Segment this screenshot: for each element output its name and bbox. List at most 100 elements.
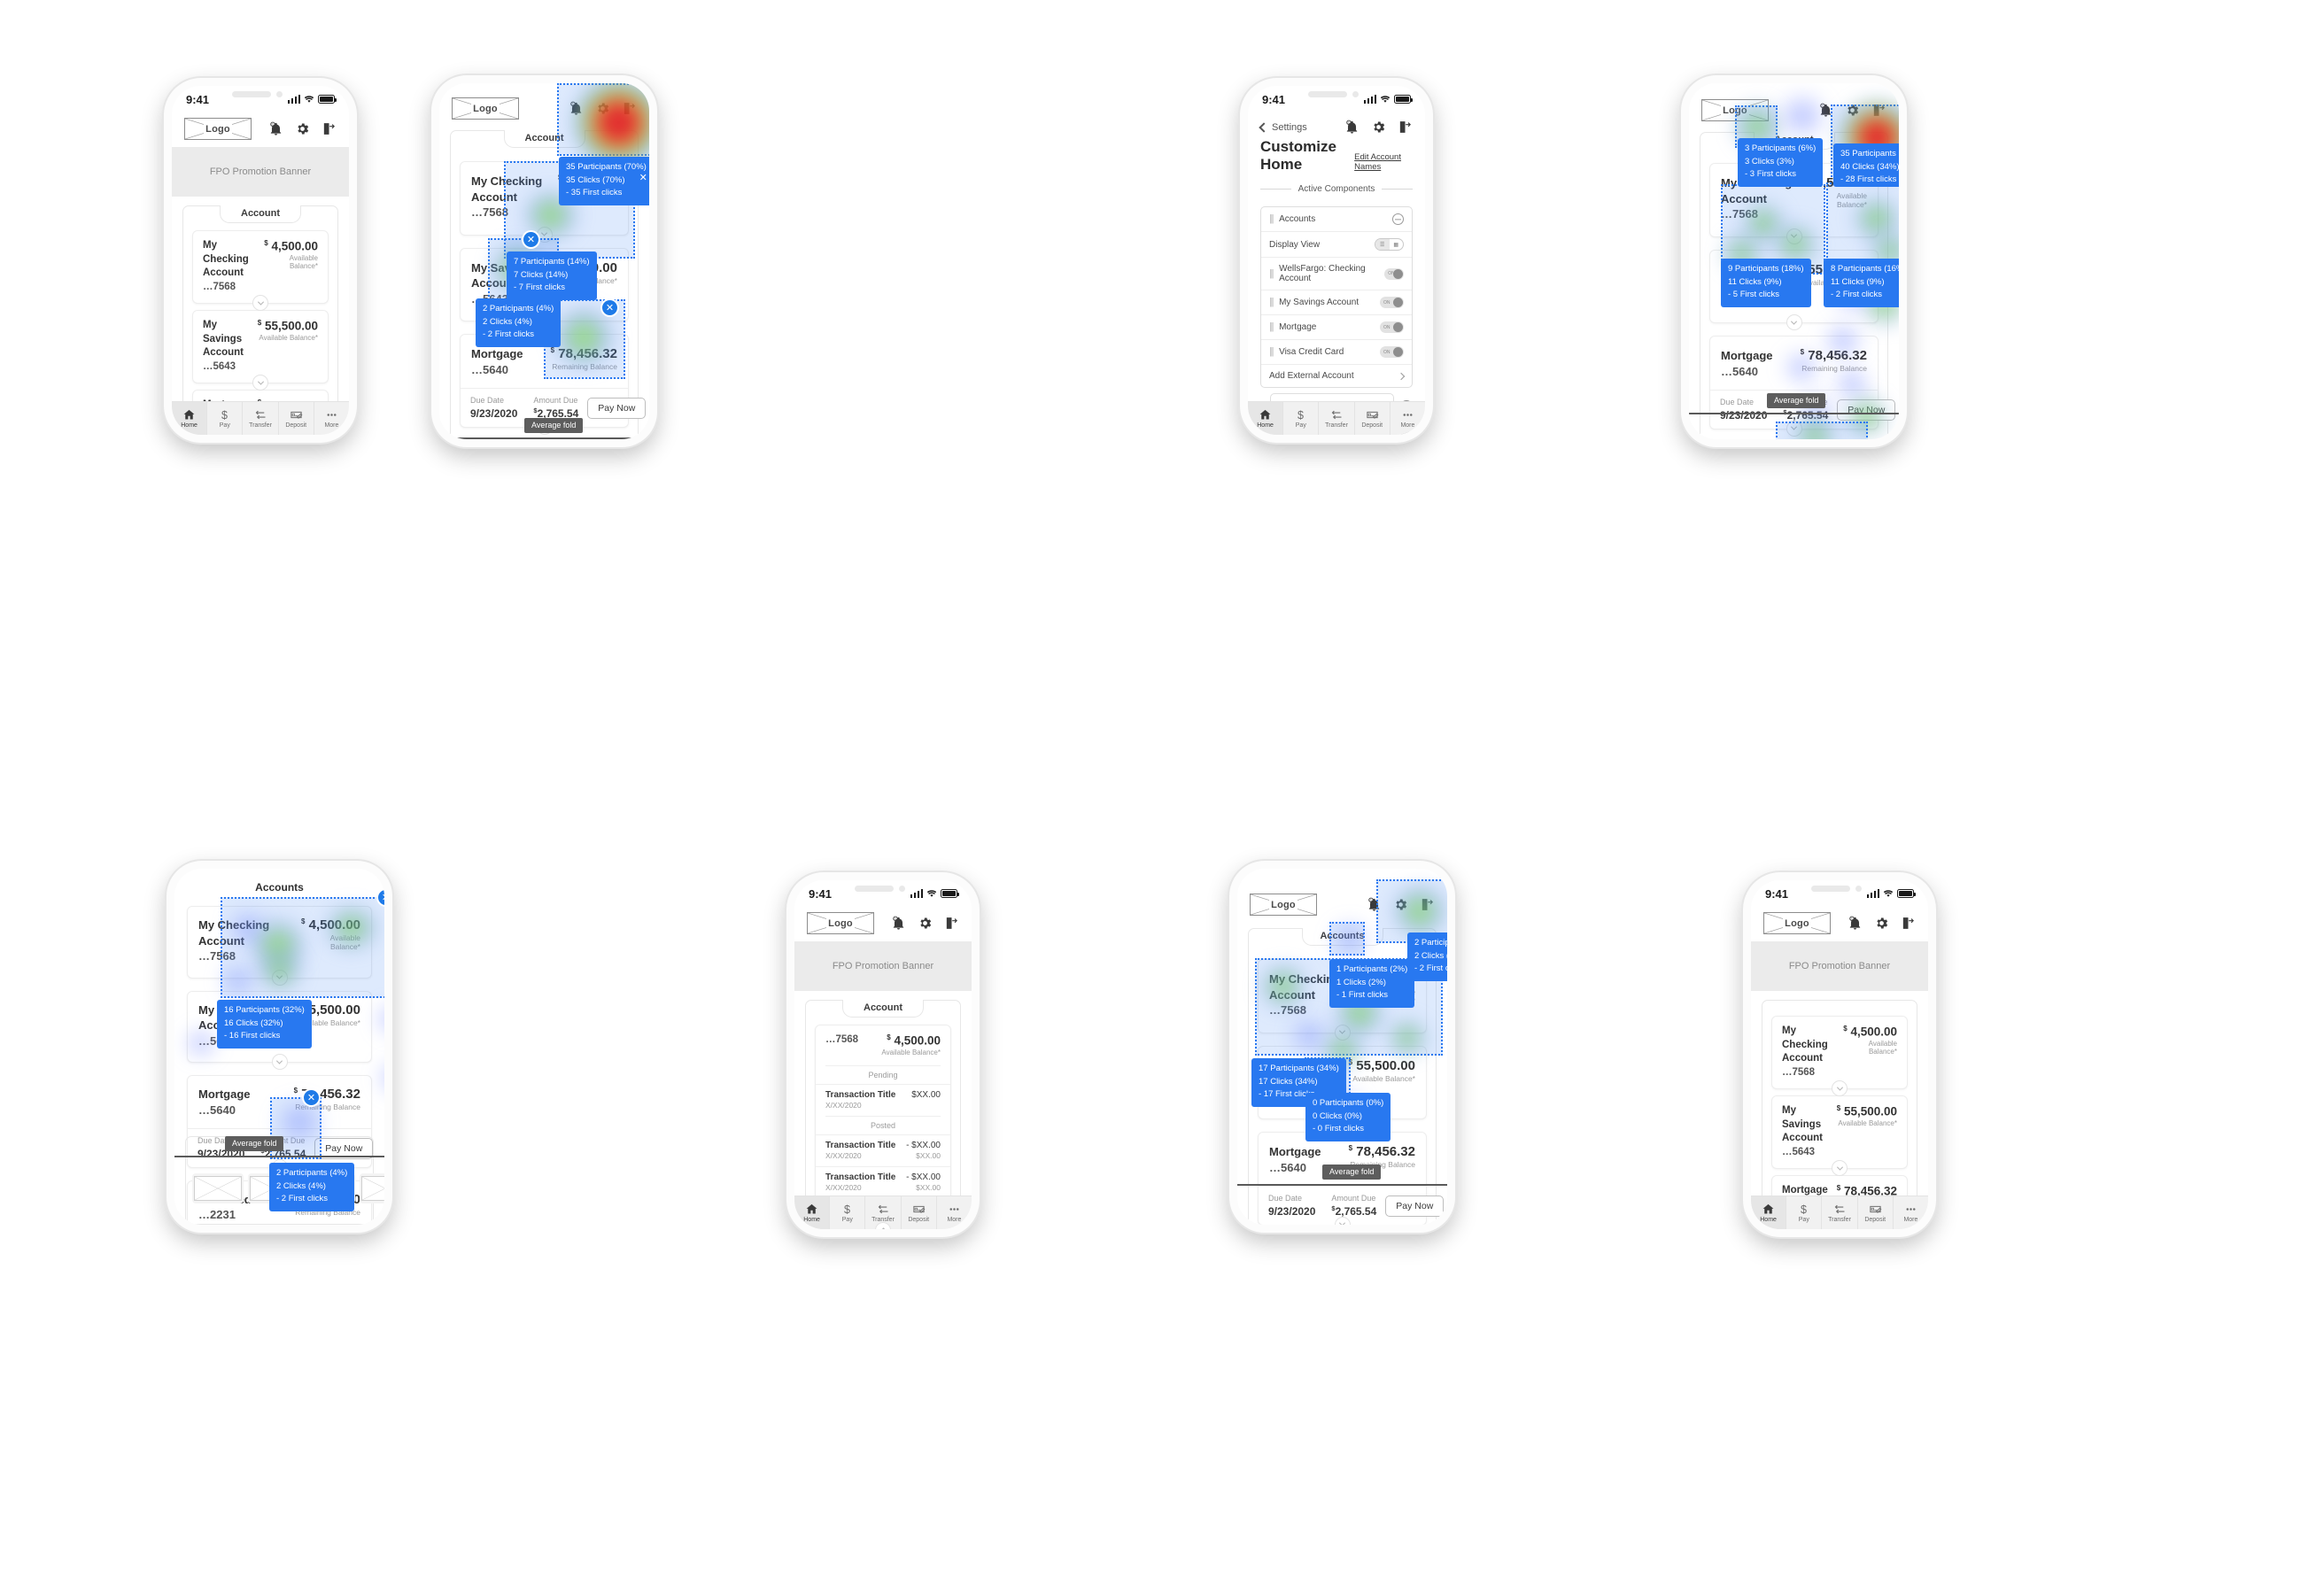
back-nav[interactable]: Settings 1 (1248, 112, 1425, 136)
expand-chevron-icon[interactable] (271, 1054, 288, 1071)
logout-icon[interactable] (1901, 916, 1916, 931)
component-toggle[interactable]: ON (1384, 267, 1404, 280)
drag-handle-icon[interactable]: ||| (1269, 214, 1274, 224)
tab-pay[interactable]: $ Pay (830, 1196, 866, 1229)
tab-transfer[interactable]: Transfer (243, 402, 279, 435)
pay-now-button[interactable]: Pay Now (587, 397, 647, 419)
component-row[interactable]: ||| Mortgage ON (1261, 314, 1412, 339)
app-logo[interactable]: Logo (1250, 894, 1317, 916)
drag-handle-icon[interactable]: ||| (1269, 298, 1274, 307)
component-toggle[interactable]: ON (1380, 297, 1404, 308)
offer-card[interactable] (248, 1173, 299, 1203)
account-card-mortgage[interactable]: Mortgage …5640 $ 78,456.32 Remaining Bala… (1258, 1132, 1445, 1225)
expand-chevron-icon[interactable] (252, 295, 268, 312)
transaction-row[interactable]: Transaction TitleX/XX/2020 - $XX.00$XX.0… (816, 1165, 950, 1198)
account-card-checking[interactable]: My Checking Account …7568 $ 4,500.00 Avai… (1258, 959, 1427, 1041)
tab-home[interactable]: Home (172, 402, 208, 435)
expand-chevron-icon[interactable] (536, 418, 553, 435)
app-logo[interactable]: Logo (1701, 99, 1769, 121)
notification-bell-icon[interactable]: 1 (569, 101, 584, 116)
display-view-row[interactable]: Display View ☰ ▦ (1261, 231, 1412, 257)
expand-chevron-icon[interactable] (536, 226, 553, 243)
transaction-row[interactable]: Transaction TitleX/XX/2020 - $XX.00$XX.0… (816, 1134, 950, 1166)
tab-transfer[interactable]: Transfer (1822, 1196, 1858, 1229)
notification-bell-icon[interactable]: 1 (1848, 916, 1863, 931)
offer-card[interactable] (360, 1173, 384, 1203)
gear-icon[interactable] (1874, 916, 1889, 931)
grid-view-icon[interactable]: ▦ (1390, 239, 1404, 250)
offer-card[interactable] (304, 1173, 355, 1203)
expand-chevron-icon[interactable] (271, 969, 288, 986)
logout-icon[interactable] (1398, 120, 1413, 135)
gear-icon[interactable] (595, 101, 610, 116)
gear-icon[interactable] (295, 121, 310, 136)
transaction-row[interactable]: Transaction Title X/XX/2020 $XX.00 (816, 1083, 950, 1116)
component-row[interactable]: ||| Visa Credit Card ON (1261, 339, 1412, 364)
collapse-icon[interactable] (1392, 213, 1404, 225)
drag-handle-icon[interactable]: ||| (1269, 322, 1274, 332)
logout-icon[interactable] (622, 101, 637, 116)
promo-banner[interactable]: FPO Promotion Banner (172, 147, 349, 197)
app-logo[interactable]: Logo (1763, 912, 1831, 934)
account-card-checking[interactable]: My Checking Account …7568 $ 4,500.00 Avai… (192, 230, 329, 312)
app-logo[interactable]: Logo (807, 912, 874, 934)
list-view-icon[interactable]: ☰ (1375, 239, 1390, 250)
account-card-savings[interactable]: My Savings Account …5643 $ 55,500.00 Avai… (1258, 1045, 1427, 1127)
accounts-tab-label[interactable]: Account (842, 1000, 924, 1018)
add-external-account-row[interactable]: Add External Account (1261, 364, 1412, 387)
tab-more[interactable]: More (1391, 402, 1425, 435)
account-card-checking[interactable]: My Checking Account …7568 $ 4,500.00 Avai… (187, 906, 372, 986)
gear-icon[interactable] (1845, 103, 1860, 118)
accounts-tab-label[interactable]: Account (503, 130, 585, 148)
tab-more[interactable]: More (1894, 1196, 1928, 1229)
edit-account-names-link[interactable]: Edit Account Names (1354, 152, 1413, 174)
account-card-checking[interactable]: My Checking Account …7568 $ 4,500.00 Avai… (1709, 163, 1879, 244)
drag-handle-icon[interactable]: ||| (1269, 347, 1274, 357)
tab-more[interactable]: More (937, 1196, 972, 1229)
account-card-savings[interactable]: My Savings Account …5643 $ 55,500.00 Avai… (460, 247, 629, 329)
logout-icon[interactable] (1420, 897, 1435, 912)
expand-chevron-icon[interactable] (1832, 1080, 1848, 1097)
gear-icon[interactable] (1393, 897, 1408, 912)
tab-home[interactable]: Home (1248, 402, 1284, 435)
expand-chevron-icon[interactable] (1786, 420, 1802, 437)
tab-deposit[interactable]: Deposit (1858, 1196, 1894, 1229)
account-card-checking[interactable]: My Checking Account …7568 $ 4,500.00 Avai… (1771, 1016, 1908, 1097)
display-view-toggle[interactable]: ☰ ▦ (1375, 238, 1404, 251)
expand-chevron-icon[interactable] (1832, 1160, 1848, 1177)
tab-deposit[interactable]: Deposit (902, 1196, 937, 1229)
expand-chevron-icon[interactable] (536, 313, 553, 329)
account-card-savings[interactable]: My Savings Account …5643 $ 55,500.00 Avai… (192, 310, 329, 391)
drag-handle-icon[interactable]: ||| (1269, 268, 1274, 279)
tab-pay[interactable]: $ Pay (1786, 1196, 1823, 1229)
app-logo[interactable]: Logo (184, 118, 252, 140)
notification-bell-icon[interactable]: 1 (268, 121, 283, 136)
tab-deposit[interactable]: Deposit (1355, 402, 1391, 435)
accounts-tab-label[interactable]: Account (220, 205, 301, 223)
account-card-savings[interactable]: My Savings Account …5643 $ 55,500.00 Avai… (1709, 249, 1879, 331)
tab-pay[interactable]: $ Pay (1283, 402, 1320, 435)
component-toggle[interactable]: ON (1380, 321, 1404, 333)
promo-banner[interactable]: FPO Promotion Banner (794, 941, 972, 991)
logout-icon[interactable] (1871, 103, 1886, 118)
account-card-savings[interactable]: My Savings Account …5643 $ 55,500.00 Avai… (187, 990, 372, 1071)
expand-chevron-icon[interactable] (271, 1158, 288, 1175)
account-card-savings[interactable]: My Savings Account …5643 $ 55,500.00 Avai… (1771, 1095, 1908, 1177)
component-row[interactable]: ||| My Savings Account ON (1261, 290, 1412, 314)
logout-icon[interactable] (321, 121, 337, 136)
tooltip-close-icon[interactable]: ✕ (639, 171, 647, 186)
tab-home[interactable]: Home (794, 1196, 831, 1229)
tab-pay[interactable]: $ Pay (207, 402, 244, 435)
tab-more[interactable]: More (314, 402, 349, 435)
tab-home[interactable]: Home (1751, 1196, 1787, 1229)
expand-chevron-icon[interactable] (1786, 228, 1802, 244)
tab-deposit[interactable]: Deposit (279, 402, 314, 435)
component-row[interactable]: ||| WellsFargo: Checking Account ON (1261, 257, 1412, 290)
accounts-tab-label[interactable]: Accounts (1301, 928, 1383, 946)
gear-icon[interactable] (1371, 120, 1386, 135)
app-logo[interactable]: Logo (452, 97, 519, 120)
pay-now-button[interactable]: Pay Now (1837, 398, 1896, 421)
accounts-tab-label[interactable]: Account (1753, 132, 1835, 150)
notification-bell-icon[interactable]: 1 (891, 916, 906, 931)
gear-icon[interactable] (918, 916, 933, 931)
